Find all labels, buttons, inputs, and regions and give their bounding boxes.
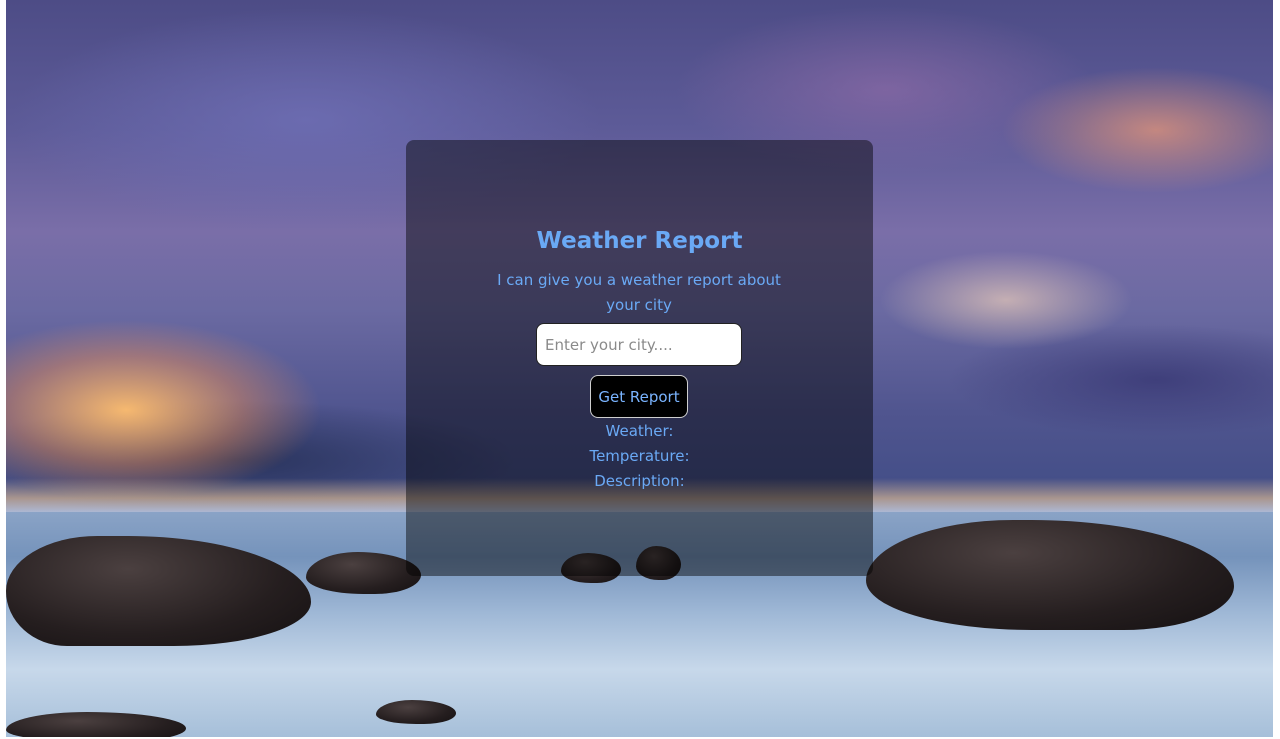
weather-result: Weather: (605, 422, 674, 440)
weather-card: Weather Report I can give you a weather … (406, 140, 873, 576)
description-result: Description: (594, 472, 685, 490)
get-report-button[interactable]: Get Report (590, 375, 688, 418)
temperature-result: Temperature: (589, 447, 690, 465)
page-subtitle: I can give you a weather report about yo… (497, 271, 781, 314)
rock-foreground (376, 700, 456, 724)
page-title: Weather Report (536, 228, 743, 254)
city-input[interactable] (536, 323, 742, 366)
rock-small (306, 552, 421, 594)
